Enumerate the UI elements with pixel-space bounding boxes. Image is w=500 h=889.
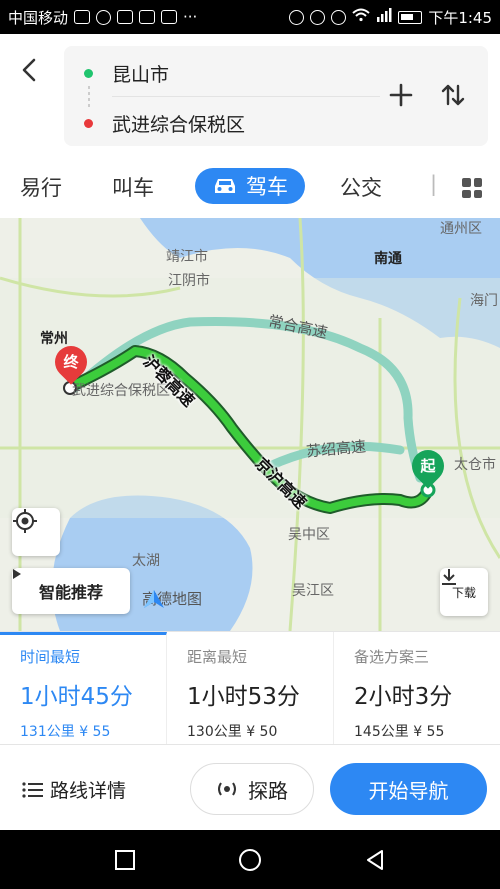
home-icon[interactable] <box>237 847 263 873</box>
download-map-button[interactable]: 下载 <box>440 568 488 616</box>
clock: 下午1:45 <box>428 8 492 27</box>
place-haimen: 海门 <box>470 293 498 309</box>
key-notification-icon <box>117 10 134 24</box>
plus-icon <box>389 83 413 107</box>
chevron-left-icon <box>22 58 36 82</box>
transport-tabs: 易行 叫车 驾车 公交 | <box>0 158 500 218</box>
recent-apps-icon[interactable] <box>113 848 137 872</box>
tab-transit[interactable]: 公交 <box>340 172 382 202</box>
route-option-third[interactable]: 备选方案三 2小时3分 145公里 ¥ 55 <box>334 632 500 744</box>
place-tongzhou: 通州区 <box>440 221 482 237</box>
tab-taxi[interactable]: 叫车 <box>112 172 154 202</box>
origin-dot-icon <box>84 69 93 78</box>
message-notification-icon <box>139 10 156 24</box>
explore-label: 探路 <box>248 778 288 803</box>
download-label: 下载 <box>451 585 476 600</box>
end-marker[interactable]: 终 <box>48 339 94 385</box>
tab-drive-label: 驾车 <box>246 175 288 199</box>
swap-icon <box>441 84 465 106</box>
heart-notification-icon <box>96 9 112 25</box>
option-meta: 130公里 ¥ 50 <box>187 724 278 740</box>
brand-logo: 高德地图 <box>142 588 202 609</box>
amap-logo-icon <box>144 590 164 608</box>
route-connector <box>88 86 90 108</box>
add-waypoint-button[interactable] <box>386 80 416 110</box>
route-option-shortest[interactable]: 距离最短 1小时53分 130公里 ¥ 50 <box>167 632 334 744</box>
origin-field[interactable]: 昆山市 <box>84 60 169 87</box>
app-notification-icon <box>74 10 91 24</box>
locate-button[interactable] <box>12 508 60 556</box>
route-header: 昆山市 武进综合保税区 <box>0 34 500 158</box>
radar-icon <box>218 782 236 796</box>
start-marker[interactable]: 起 <box>405 443 451 489</box>
smart-recommend-label: 智能推荐 <box>38 583 103 602</box>
option-meta: 145公里 ¥ 55 <box>354 724 445 740</box>
destination-dot-icon <box>84 119 93 128</box>
place-taicang: 太仓市 <box>454 457 496 473</box>
place-jingjiang: 靖江市 <box>166 249 208 265</box>
route-details-button[interactable]: 路线详情 <box>22 776 126 803</box>
alarm-icon <box>331 9 347 25</box>
option-meta: 131公里 ¥ 55 <box>20 724 111 740</box>
divider <box>112 96 380 97</box>
battery-icon <box>398 10 423 24</box>
place-taihu: 太湖 <box>132 553 160 569</box>
place-nantong: 南通 <box>374 251 402 267</box>
tab-overflow-hint: | <box>430 172 438 196</box>
list-icon <box>22 781 43 798</box>
option-label: 距离最短 <box>187 648 248 666</box>
more-notifications-icon: ··· <box>183 8 198 26</box>
start-navigation-button[interactable]: 开始导航 <box>330 763 487 815</box>
option-label: 备选方案三 <box>354 648 430 666</box>
carrier-label: 中国移动 <box>8 8 69 27</box>
route-details-label: 路线详情 <box>50 780 127 802</box>
wifi-icon <box>352 8 370 26</box>
play-triangle-icon <box>13 569 21 579</box>
swap-route-button[interactable] <box>438 80 468 110</box>
place-jiangyin: 江阴市 <box>168 273 210 289</box>
origin-label: 昆山市 <box>112 64 170 86</box>
nfc-icon <box>289 9 305 25</box>
back-triangle-icon[interactable] <box>363 848 387 872</box>
system-nav-bar <box>0 830 500 889</box>
explore-route-button[interactable]: 探路 <box>190 763 314 815</box>
bottom-actions: 路线详情 探路 开始导航 <box>0 746 500 830</box>
tab-drive[interactable]: 驾车 <box>195 168 305 204</box>
destination-label: 武进综合保税区 <box>112 114 246 136</box>
car-icon <box>215 179 235 193</box>
location-icon <box>310 9 326 25</box>
status-bar: 中国移动 ··· 下午1:45 <box>0 0 500 34</box>
smart-recommend-button[interactable]: 智能推荐 <box>12 568 130 614</box>
back-button[interactable] <box>14 54 46 86</box>
photo-notification-icon <box>161 10 178 24</box>
crosshair-icon <box>13 509 37 533</box>
destination-field[interactable]: 武进综合保税区 <box>84 110 245 137</box>
map-view[interactable]: 靖江市 江阴市 南通 通州区 海门 常州 武进综合保税区 太湖 吴中区 吴江区 … <box>0 218 500 631</box>
option-duration: 1小时53分 <box>187 684 300 710</box>
download-icon <box>442 569 456 585</box>
option-label: 时间最短 <box>20 648 81 666</box>
place-wujiang: 吴江区 <box>292 583 334 599</box>
route-options: 时间最短 1小时45分 131公里 ¥ 55 距离最短 1小时53分 130公里… <box>0 631 500 745</box>
route-input-box: 昆山市 武进综合保税区 <box>64 46 488 146</box>
more-tabs-grid-icon[interactable] <box>462 178 482 198</box>
option-duration: 2小时3分 <box>354 684 453 710</box>
place-wuzhong: 吴中区 <box>288 527 330 543</box>
option-duration: 1小时45分 <box>20 684 133 710</box>
signal-icon <box>376 8 392 26</box>
route-option-fastest[interactable]: 时间最短 1小时45分 131公里 ¥ 55 <box>0 632 167 744</box>
tab-easy-travel[interactable]: 易行 <box>20 172 62 202</box>
